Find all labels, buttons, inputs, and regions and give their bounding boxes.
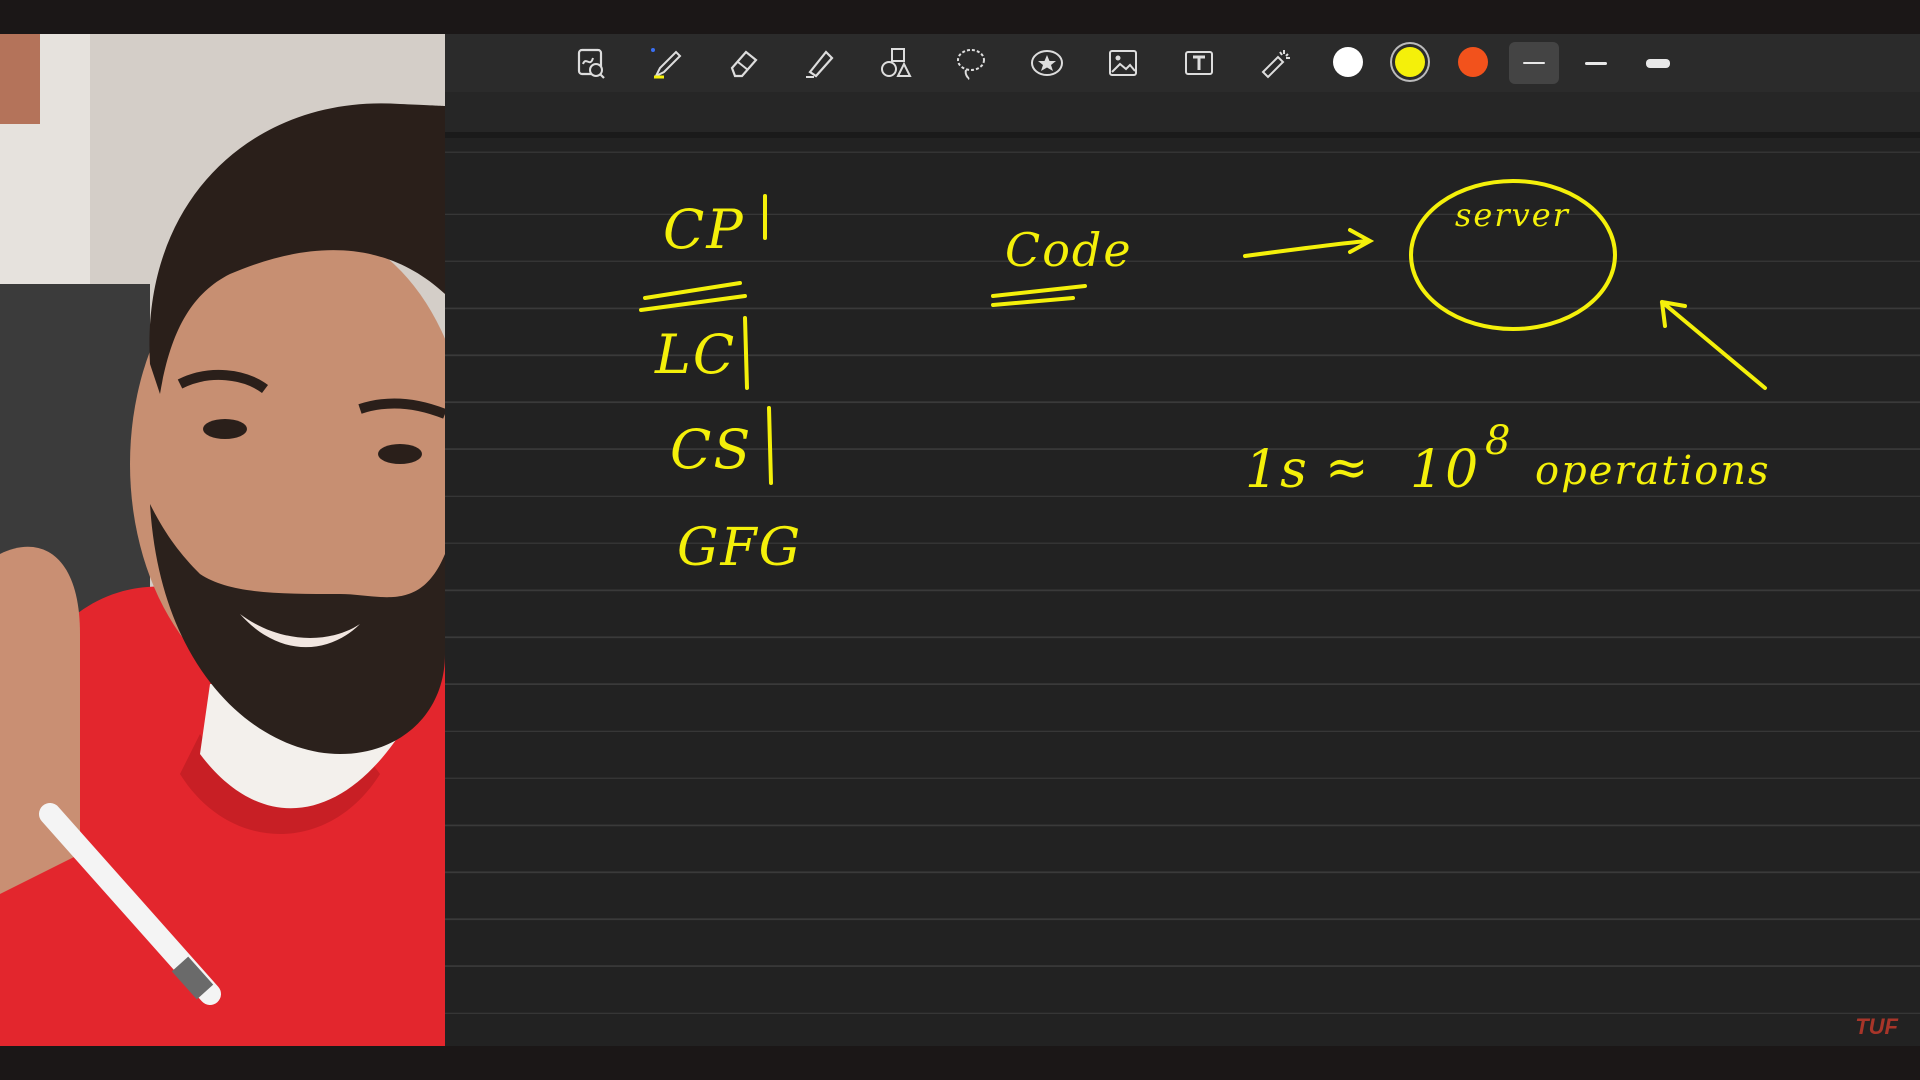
- handwriting-lc: LC: [655, 323, 737, 386]
- letterbox-top: [0, 0, 1920, 34]
- arrow-up-left: [1660, 300, 1767, 390]
- stroke-thin-button[interactable]: [1509, 42, 1559, 84]
- pen-icon[interactable]: [645, 42, 689, 84]
- handwriting-cp: CP: [663, 198, 745, 261]
- letterbox-bottom: [0, 1046, 1920, 1080]
- shapes-icon[interactable]: [873, 42, 917, 84]
- lc-bar: [743, 316, 749, 390]
- ink-layer: [639, 179, 1767, 485]
- video-frame: CP LC CS GFG Code server 1s ≈ 10 8 opera…: [0, 0, 1920, 1080]
- color-swatch-orange[interactable]: [1458, 47, 1488, 77]
- handwriting-operations: operations: [1535, 448, 1771, 494]
- lasso-icon[interactable]: [949, 42, 993, 84]
- cp-underline-1: [643, 281, 742, 300]
- channel-watermark: TUF: [1855, 1014, 1898, 1039]
- cs-bar: [767, 406, 773, 485]
- toolbar-spacer: [445, 92, 1920, 132]
- notes-app: CP LC CS GFG Code server 1s ≈ 10 8 opera…: [445, 34, 1920, 1046]
- handwriting-code: Code: [1005, 223, 1133, 277]
- handwriting-ten: 10: [1410, 440, 1481, 500]
- handwriting-cs: CS: [670, 418, 753, 481]
- laser-pointer-icon[interactable]: [1253, 42, 1297, 84]
- text-box-icon[interactable]: [1177, 42, 1221, 84]
- star-sticker-icon[interactable]: [1025, 42, 1069, 84]
- stroke-thick-button[interactable]: [1633, 42, 1683, 84]
- eraser-icon[interactable]: [721, 42, 765, 84]
- drawing-toolbar: [445, 34, 1920, 92]
- handwriting-exponent: 8: [1485, 418, 1513, 464]
- handwriting-server: server: [1455, 196, 1570, 234]
- handwriting-gfg: GFG: [677, 518, 803, 578]
- color-swatch-white[interactable]: [1333, 47, 1363, 77]
- stroke-medium-button[interactable]: [1571, 42, 1621, 84]
- webcam-feed: [0, 34, 445, 1046]
- highlighter-icon[interactable]: [797, 42, 841, 84]
- lined-note-page[interactable]: CP LC CS GFG Code server 1s ≈ 10 8 opera…: [445, 138, 1920, 1046]
- image-icon[interactable]: [1101, 42, 1145, 84]
- color-swatch-yellow[interactable]: [1395, 47, 1425, 77]
- handwriting-approx: ≈: [1325, 438, 1371, 498]
- arrow-to-server: [1243, 228, 1375, 258]
- code-underline-2: [991, 296, 1075, 307]
- handwriting-time: 1s: [1245, 440, 1309, 500]
- presenter-video: [0, 34, 445, 1046]
- code-underline-1: [991, 284, 1087, 298]
- page-add-icon[interactable]: [569, 42, 613, 84]
